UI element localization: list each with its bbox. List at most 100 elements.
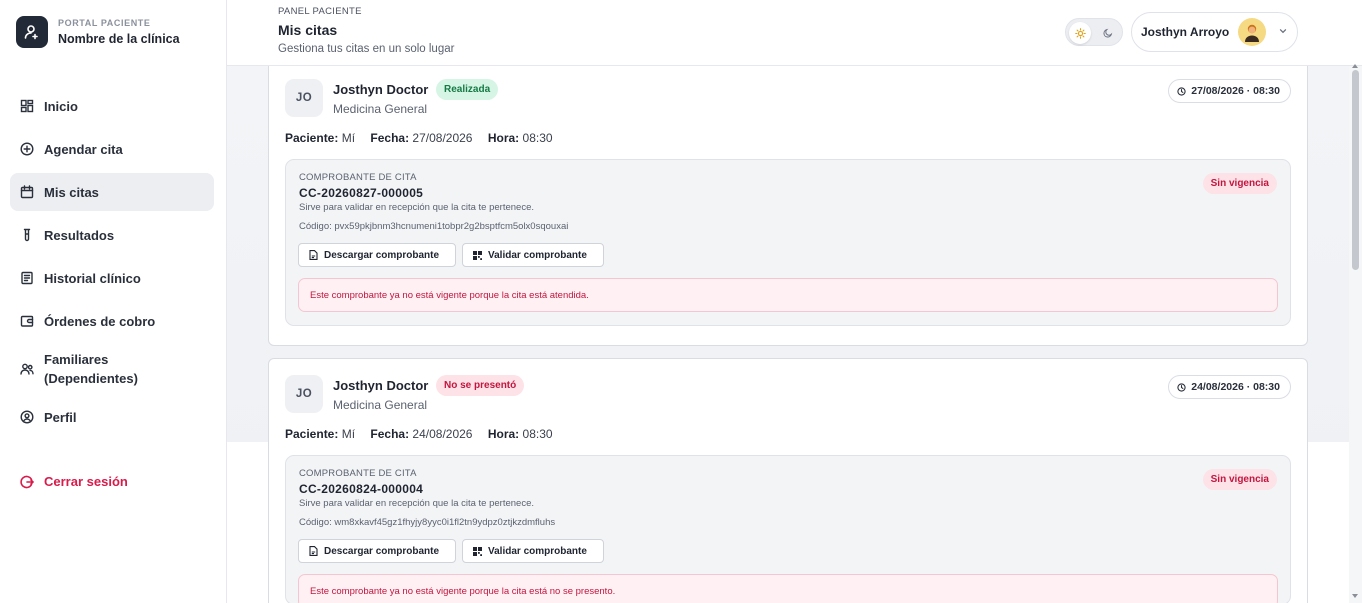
dark-mode-button[interactable] (1097, 22, 1119, 44)
logout-icon (20, 475, 34, 489)
clinic-name: Nombre de la clínica (58, 32, 180, 46)
page-subtitle: Gestiona tus citas en un solo lugar (278, 43, 455, 55)
sidebar-item-ordenes-de-cobro[interactable]: Órdenes de cobro (10, 302, 214, 340)
voucher-status-badge: Sin vigencia (1202, 469, 1277, 490)
file-list-icon (20, 271, 34, 285)
appointment-datetime: 27/08/2026 · 08:30 (1168, 79, 1291, 103)
doctor-specialty: Medicina General (333, 102, 428, 116)
sidebar-item-familiares[interactable]: Familiares (Dependientes) (10, 345, 214, 393)
document-icon (309, 250, 318, 260)
sun-icon (1074, 27, 1086, 39)
validate-voucher-label: Validar comprobante (488, 249, 587, 261)
appointment-meta: Paciente: Mí Fecha: 24/08/2026 Hora: 08:… (285, 427, 553, 441)
user-avatar-icon (1245, 24, 1259, 42)
time-value: 08:30 (522, 427, 553, 441)
patient-value: Mí (341, 427, 356, 441)
voucher-alert: Este comprobante ya no está vigente porq… (298, 574, 1278, 603)
sidebar-item-label: Agendar cita (44, 141, 123, 157)
voucher-status-badge: Sin vigencia (1202, 173, 1277, 194)
scroll-down-arrow-icon[interactable] (1352, 594, 1358, 598)
clock-icon (1177, 86, 1186, 96)
validate-voucher-button[interactable]: Validar comprobante (462, 243, 604, 267)
avatar (1238, 18, 1266, 46)
chevron-down-icon (1279, 29, 1287, 34)
users-icon (20, 362, 34, 376)
voucher-hash: Código: pvx59pkjbnm3hcnumeni1tobpr2g2bsp… (299, 221, 569, 232)
status-badge: No se presentó (436, 375, 525, 396)
doctor-avatar: JO (285, 79, 323, 117)
voucher-eyebrow: COMPROBANTE DE CITA (299, 172, 417, 183)
sidebar-item-label: Mis citas (44, 184, 99, 200)
qr-code-icon (473, 250, 482, 260)
brand-eyebrow: PORTAL PACIENTE (58, 18, 151, 28)
user-name: Josthyn Arroyo (1141, 25, 1230, 39)
validate-voucher-label: Validar comprobante (488, 545, 587, 557)
date-value: 27/08/2026 (412, 131, 473, 145)
appointment-meta: Paciente: Mí Fecha: 27/08/2026 Hora: 08:… (285, 131, 553, 145)
doctor-specialty: Medicina General (333, 398, 428, 412)
voucher-alert: Este comprobante ya no está vigente porq… (298, 278, 1278, 312)
test-tube-icon (20, 228, 34, 242)
doctor-name: Josthyn Doctor (333, 378, 429, 393)
plus-circle-icon (20, 142, 34, 156)
page-title: Mis citas (278, 22, 338, 38)
voucher-code: CC-20260824-000004 (299, 482, 424, 496)
header-eyebrow: PANEL PACIENTE (278, 6, 362, 17)
download-voucher-label: Descargar comprobante (324, 545, 440, 557)
main-scrollbar[interactable] (1349, 64, 1362, 603)
sidebar-item-label: Historial clínico (44, 270, 141, 286)
sidebar-item-label: Resultados (44, 227, 115, 243)
sidebar-item-label: Órdenes de cobro (44, 313, 156, 329)
scroll-up-arrow-icon[interactable] (1352, 64, 1358, 68)
sidebar-item-label: Perfil (44, 409, 77, 425)
time-label: Hora: (487, 427, 520, 441)
sidebar-item-perfil[interactable]: Perfil (10, 398, 214, 436)
date-value: 24/08/2026 (412, 427, 473, 441)
status-badge: Realizada (436, 79, 499, 100)
document-icon (309, 546, 318, 556)
calendar-icon (20, 185, 34, 199)
user-menu[interactable]: Josthyn Arroyo (1131, 12, 1298, 52)
download-voucher-label: Descargar comprobante (324, 249, 440, 261)
sidebar-item-historial-clinico[interactable]: Historial clínico (10, 259, 214, 297)
sidebar-nav: Inicio Agendar cita Mis citas Resultados… (10, 87, 214, 441)
dashboard-icon (20, 99, 34, 113)
sidebar-item-mis-citas[interactable]: Mis citas (10, 173, 214, 211)
appointment-datetime: 24/08/2026 · 08:30 (1168, 375, 1291, 399)
download-voucher-button[interactable]: Descargar comprobante (298, 243, 456, 267)
voucher-code: CC-20260827-000005 (299, 186, 424, 200)
qr-code-icon (473, 546, 482, 556)
brand[interactable]: PORTAL PACIENTE Nombre de la clínica (16, 16, 180, 48)
voucher-eyebrow: COMPROBANTE DE CITA (299, 468, 417, 479)
wallet-icon (20, 314, 34, 328)
time-label: Hora: (487, 131, 520, 145)
sidebar-item-agendar-cita[interactable]: Agendar cita (10, 130, 214, 168)
download-voucher-button[interactable]: Descargar comprobante (298, 539, 456, 563)
datetime-text: 24/08/2026 · 08:30 (1191, 381, 1280, 393)
light-mode-button[interactable] (1069, 22, 1091, 44)
sidebar-item-label: Familiares (Dependientes) (44, 352, 138, 386)
logout-label: Cerrar sesión (44, 474, 128, 489)
voucher-panel: COMPROBANTE DE CITA CC-20260824-000004 S… (285, 455, 1291, 603)
logout-button[interactable]: Cerrar sesión (20, 474, 128, 489)
theme-toggle[interactable] (1065, 18, 1123, 46)
date-label: Fecha: (370, 427, 410, 441)
sidebar-item-inicio[interactable]: Inicio (10, 87, 214, 125)
date-label: Fecha: (370, 131, 410, 145)
top-header: PANEL PACIENTE Mis citas Gestiona tus ci… (227, 0, 1362, 66)
appointments-list[interactable]: JO Josthyn Doctor Realizada Medicina Gen… (227, 66, 1349, 603)
patient-label: Paciente: (285, 131, 339, 145)
sidebar-item-resultados[interactable]: Resultados (10, 216, 214, 254)
clock-icon (1177, 382, 1186, 392)
sidebar-item-label: Inicio (44, 98, 78, 114)
validate-voucher-button[interactable]: Validar comprobante (462, 539, 604, 563)
time-value: 08:30 (522, 131, 553, 145)
sidebar: PORTAL PACIENTE Nombre de la clínica Ini… (0, 0, 227, 603)
scroll-thumb[interactable] (1352, 70, 1359, 270)
doctor-name: Josthyn Doctor (333, 82, 429, 97)
user-circle-icon (20, 410, 34, 424)
appointment-card: JO Josthyn Doctor No se presentó Medicin… (268, 358, 1308, 603)
voucher-panel: COMPROBANTE DE CITA CC-20260827-000005 S… (285, 159, 1291, 326)
voucher-description: Sirve para validar en recepción que la c… (299, 498, 534, 509)
doctor-avatar: JO (285, 375, 323, 413)
